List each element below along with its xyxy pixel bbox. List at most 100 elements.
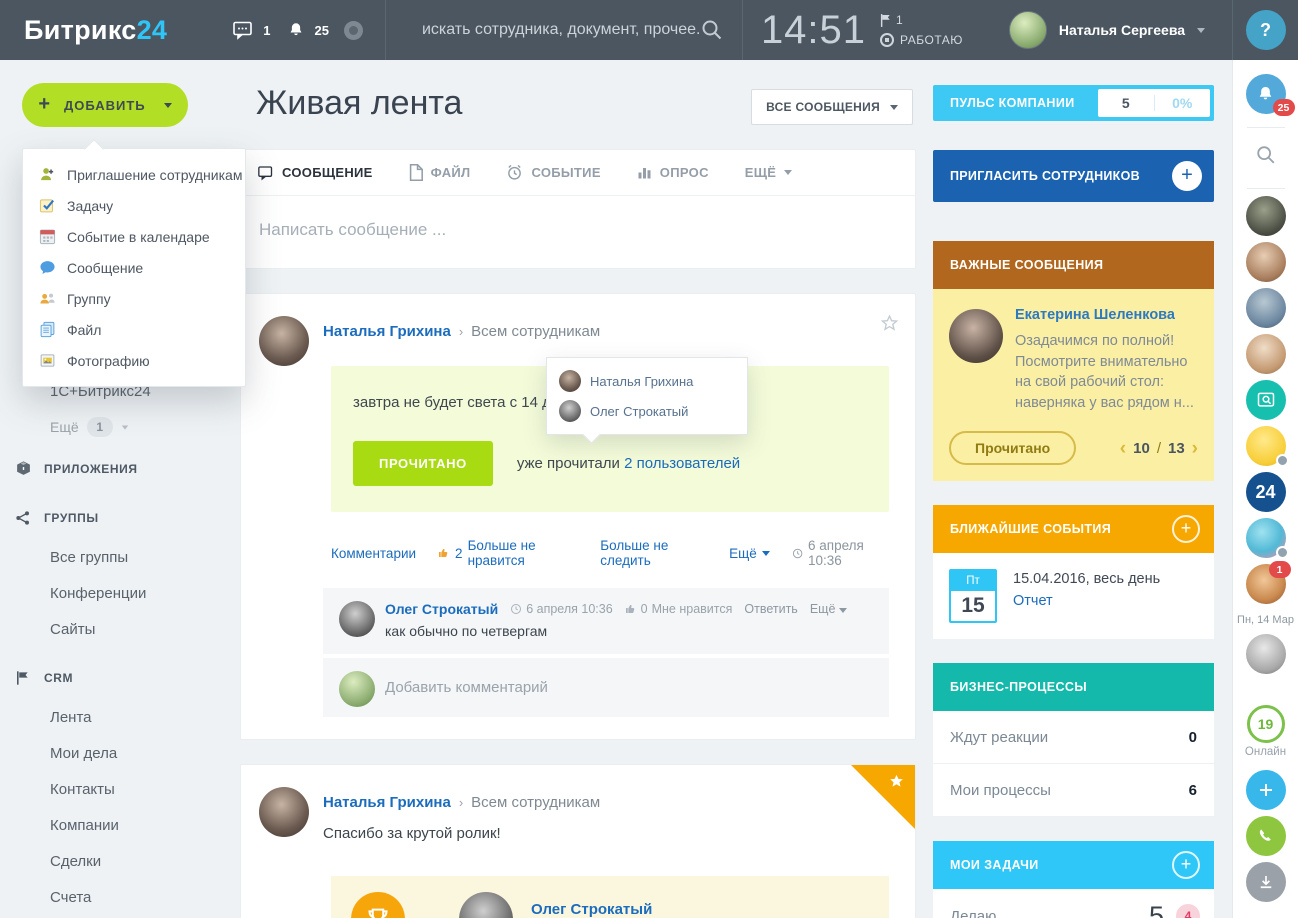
- rail-contact[interactable]: [1246, 334, 1286, 374]
- tab-message[interactable]: СООБЩЕНИЕ: [257, 165, 373, 181]
- rail-notifications[interactable]: 25: [1246, 74, 1286, 114]
- clock-icon: [510, 603, 522, 615]
- important-author-link[interactable]: Екатерина Шеленкова: [1015, 307, 1198, 323]
- flag-row[interactable]: 1: [880, 13, 963, 27]
- rail-call-button[interactable]: [1246, 816, 1286, 856]
- event-row[interactable]: Пт 15 15.04.2016, весь день Отчет: [933, 553, 1214, 639]
- rail-contact-smiley[interactable]: [1246, 426, 1286, 466]
- bp-row-my-processes[interactable]: Мои процессы 6: [933, 764, 1214, 817]
- avatar[interactable]: [949, 309, 1003, 363]
- sidebar-item-deals[interactable]: Сделки: [50, 853, 101, 870]
- add-button[interactable]: + ДОБАВИТЬ: [22, 83, 188, 127]
- flag-count: 1: [896, 13, 903, 27]
- menu-item-group[interactable]: Группу: [23, 283, 245, 314]
- post-author-link[interactable]: Наталья Грихина: [323, 323, 451, 340]
- rail-contact[interactable]: [1246, 634, 1286, 674]
- task-row-doing[interactable]: Делаю 5 4: [933, 889, 1214, 918]
- rail-download-button[interactable]: [1246, 862, 1286, 902]
- avatar: [1246, 288, 1286, 328]
- unlike-link[interactable]: 2 Больше не нравится: [438, 538, 578, 568]
- pulse-gauge-icon[interactable]: [344, 21, 363, 40]
- bp-row-awaiting[interactable]: Ждут реакции 0: [933, 711, 1214, 764]
- bell-icon[interactable]: [287, 20, 305, 40]
- mark-read-button[interactable]: Прочитано: [949, 431, 1076, 465]
- search-icon[interactable]: [700, 18, 724, 42]
- rail-preview-button[interactable]: [1246, 380, 1286, 420]
- phone-icon: [1246, 816, 1286, 856]
- comment-more-link[interactable]: Ещё: [810, 602, 847, 616]
- sidebar-section-groups[interactable]: ГРУППЫ: [14, 510, 99, 526]
- comment-author-link[interactable]: Олег Строкатый: [385, 601, 498, 617]
- menu-item-photo[interactable]: Фотографию: [23, 345, 245, 376]
- post-audience[interactable]: Всем сотрудникам: [471, 323, 600, 340]
- menu-item-calendar-event[interactable]: Событие в календаре: [23, 221, 245, 252]
- add-event-button[interactable]: +: [1172, 515, 1200, 543]
- read-confirm-button[interactable]: ПРОЧИТАНО: [353, 441, 493, 486]
- search-input[interactable]: [422, 21, 700, 39]
- menu-item-task[interactable]: Задачу: [23, 190, 245, 221]
- pulse-percent: 0%: [1155, 95, 1211, 111]
- sidebar-section-apps[interactable]: ПРИЛОЖЕНИЯ: [14, 460, 138, 477]
- rail-contact-cartoon[interactable]: [1246, 518, 1286, 558]
- tab-file[interactable]: ФАЙЛ: [409, 164, 471, 181]
- help-button[interactable]: ?: [1246, 10, 1286, 50]
- read-users-link[interactable]: 2 пользователей: [624, 455, 740, 472]
- sidebar-item-feed[interactable]: Лента: [50, 709, 92, 726]
- prev-page-arrow[interactable]: ‹: [1120, 439, 1126, 458]
- sidebar-item-my-activities[interactable]: Мои дела: [50, 745, 117, 762]
- work-status[interactable]: РАБОТАЮ: [880, 33, 963, 47]
- unfollow-link[interactable]: Больше не следить: [600, 538, 707, 568]
- sidebar-section-crm[interactable]: CRM: [14, 670, 73, 686]
- add-comment-input[interactable]: Добавить комментарий: [385, 671, 873, 704]
- next-page-arrow[interactable]: ›: [1192, 439, 1198, 458]
- row-value: 6: [1189, 782, 1197, 799]
- sidebar-item-all-groups[interactable]: Все группы: [50, 549, 128, 566]
- menu-item-file[interactable]: Файл: [23, 314, 245, 345]
- rail-contact[interactable]: [1246, 196, 1286, 236]
- tooltip-user-row[interactable]: Олег Строкатый: [559, 396, 735, 426]
- avatar[interactable]: [259, 316, 309, 366]
- tooltip-user-row[interactable]: Наталья Грихина: [559, 366, 735, 396]
- rail-bitrix24-channel[interactable]: 24: [1246, 472, 1286, 512]
- sidebar-item-contacts[interactable]: Контакты: [50, 781, 115, 798]
- tab-more[interactable]: ЕЩЁ: [745, 165, 793, 180]
- comments-link[interactable]: Комментарии: [331, 546, 416, 561]
- avatar[interactable]: [339, 601, 375, 637]
- menu-item-message[interactable]: Сообщение: [23, 252, 245, 283]
- composer-input[interactable]: Написать сообщение ...: [241, 196, 915, 268]
- rail-contact[interactable]: [1246, 242, 1286, 282]
- online-indicator[interactable]: 19 Онлайн: [1245, 705, 1286, 758]
- avatar[interactable]: [259, 787, 309, 837]
- time-panel[interactable]: 14:51 1 РАБОТАЮ: [743, 8, 983, 53]
- company-pulse-widget[interactable]: ПУЛЬС КОМПАНИИ 5 0%: [933, 85, 1214, 121]
- sidebar-item-conferences[interactable]: Конференции: [50, 585, 146, 602]
- rail-search[interactable]: [1246, 135, 1286, 175]
- rail-contact[interactable]: [1246, 288, 1286, 328]
- message-bubble-icon: [257, 165, 274, 181]
- rail-add-button[interactable]: [1246, 770, 1286, 810]
- add-task-button[interactable]: +: [1172, 851, 1200, 879]
- post-audience[interactable]: Всем сотрудникам: [471, 794, 600, 811]
- more-link[interactable]: Ещё: [729, 546, 770, 561]
- chat-icon[interactable]: [233, 21, 254, 40]
- award-recipient-link[interactable]: Олег Строкатый: [531, 901, 700, 918]
- menu-item-invite-employees[interactable]: Приглашение сотрудникам: [23, 159, 245, 190]
- avatar[interactable]: [459, 892, 513, 918]
- sidebar-item-sites[interactable]: Сайты: [50, 621, 95, 638]
- user-menu[interactable]: Наталья Сергеева: [1009, 11, 1205, 49]
- logo[interactable]: Битрикс24: [24, 15, 167, 46]
- sidebar-more[interactable]: Ещё 1: [50, 417, 129, 437]
- invite-employees-button[interactable]: ПРИГЛАСИТЬ СОТРУДНИКОВ +: [933, 150, 1214, 202]
- sidebar-item-companies[interactable]: Компании: [50, 817, 119, 834]
- tab-poll[interactable]: ОПРОС: [637, 165, 709, 180]
- event-link[interactable]: Отчет: [1013, 593, 1160, 609]
- sidebar-item-invoices[interactable]: Счета: [50, 889, 91, 906]
- event-date-line: 15.04.2016, весь день: [1013, 569, 1160, 587]
- comment-reply-link[interactable]: Ответить: [744, 602, 797, 616]
- tab-event[interactable]: СОБЫТИЕ: [506, 164, 600, 181]
- post-author-link[interactable]: Наталья Грихина: [323, 794, 451, 811]
- favorite-star-icon[interactable]: [880, 314, 899, 332]
- rail-contact-assistant[interactable]: 1: [1246, 564, 1286, 604]
- feed-filter-button[interactable]: ВСЕ СООБЩЕНИЯ: [751, 89, 913, 125]
- comment-like[interactable]: 0 Мне нравится: [625, 602, 733, 616]
